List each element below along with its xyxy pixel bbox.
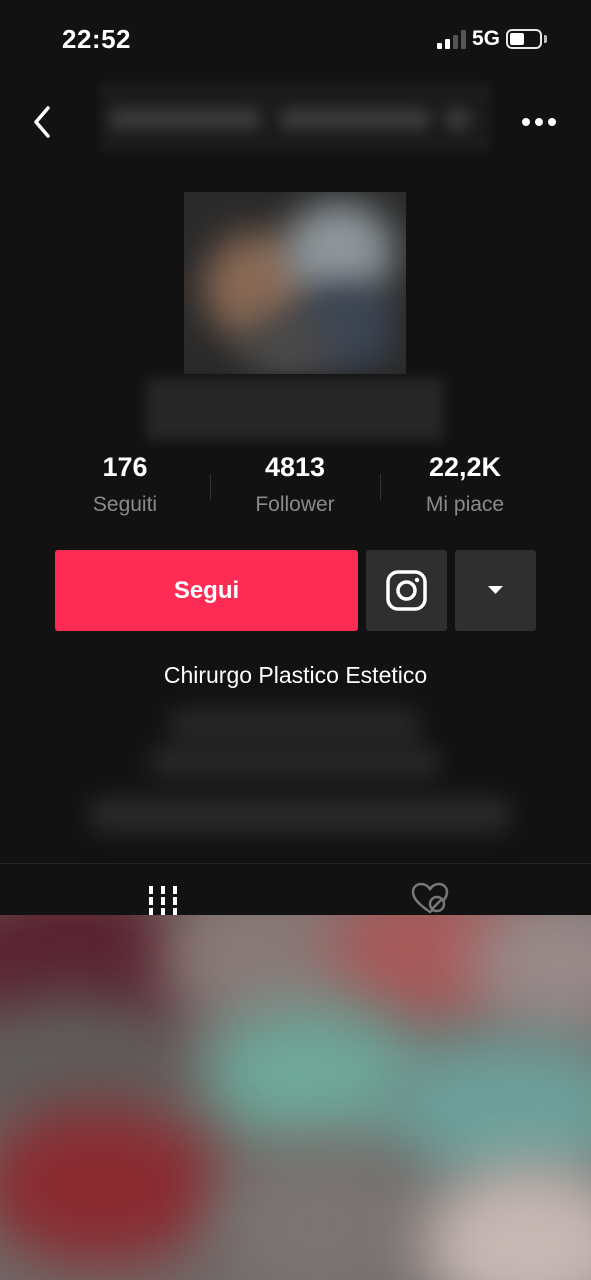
grid-icon	[149, 886, 177, 916]
back-icon[interactable]	[28, 102, 58, 142]
tab-videos[interactable]	[143, 880, 183, 916]
follow-button[interactable]: Segui	[55, 550, 358, 631]
tabs-divider	[0, 863, 591, 864]
likes-label: Mi piace	[425, 493, 505, 516]
liked-hidden-icon	[411, 882, 449, 914]
username-redacted	[146, 378, 444, 440]
instagram-icon	[386, 570, 427, 611]
following-count: 176	[102, 452, 148, 482]
status-bar: 22:52 5G	[0, 0, 591, 80]
network-type: 5G	[472, 27, 501, 50]
more-options-icon[interactable]	[516, 110, 562, 136]
bio-text: Chirurgo Plastico Estetico	[163, 662, 428, 688]
signal-strength-icon	[437, 29, 467, 49]
stat-likes: 22,2K Mi piace	[380, 452, 550, 517]
battery-icon	[506, 29, 542, 49]
stat-followers[interactable]: 4813 Follower	[210, 452, 380, 517]
profile-name-redacted	[100, 82, 490, 152]
followers-count: 4813	[264, 452, 326, 482]
profile-stats: 176 Seguiti 4813 Follower 22,2K Mi piace	[40, 452, 550, 524]
status-time: 22:52	[62, 24, 131, 54]
following-label: Seguiti	[92, 493, 158, 516]
tab-liked[interactable]	[410, 880, 450, 916]
caret-down-icon	[488, 586, 503, 594]
avatar	[184, 192, 406, 374]
likes-count: 22,2K	[428, 452, 502, 482]
bio-redacted	[90, 700, 510, 850]
battery-tip	[544, 35, 547, 43]
video-grid[interactable]	[0, 915, 591, 1280]
instagram-button[interactable]	[366, 550, 447, 631]
stat-following[interactable]: 176 Seguiti	[40, 452, 210, 517]
followers-label: Follower	[255, 493, 335, 516]
suggested-accounts-button[interactable]	[455, 550, 536, 631]
